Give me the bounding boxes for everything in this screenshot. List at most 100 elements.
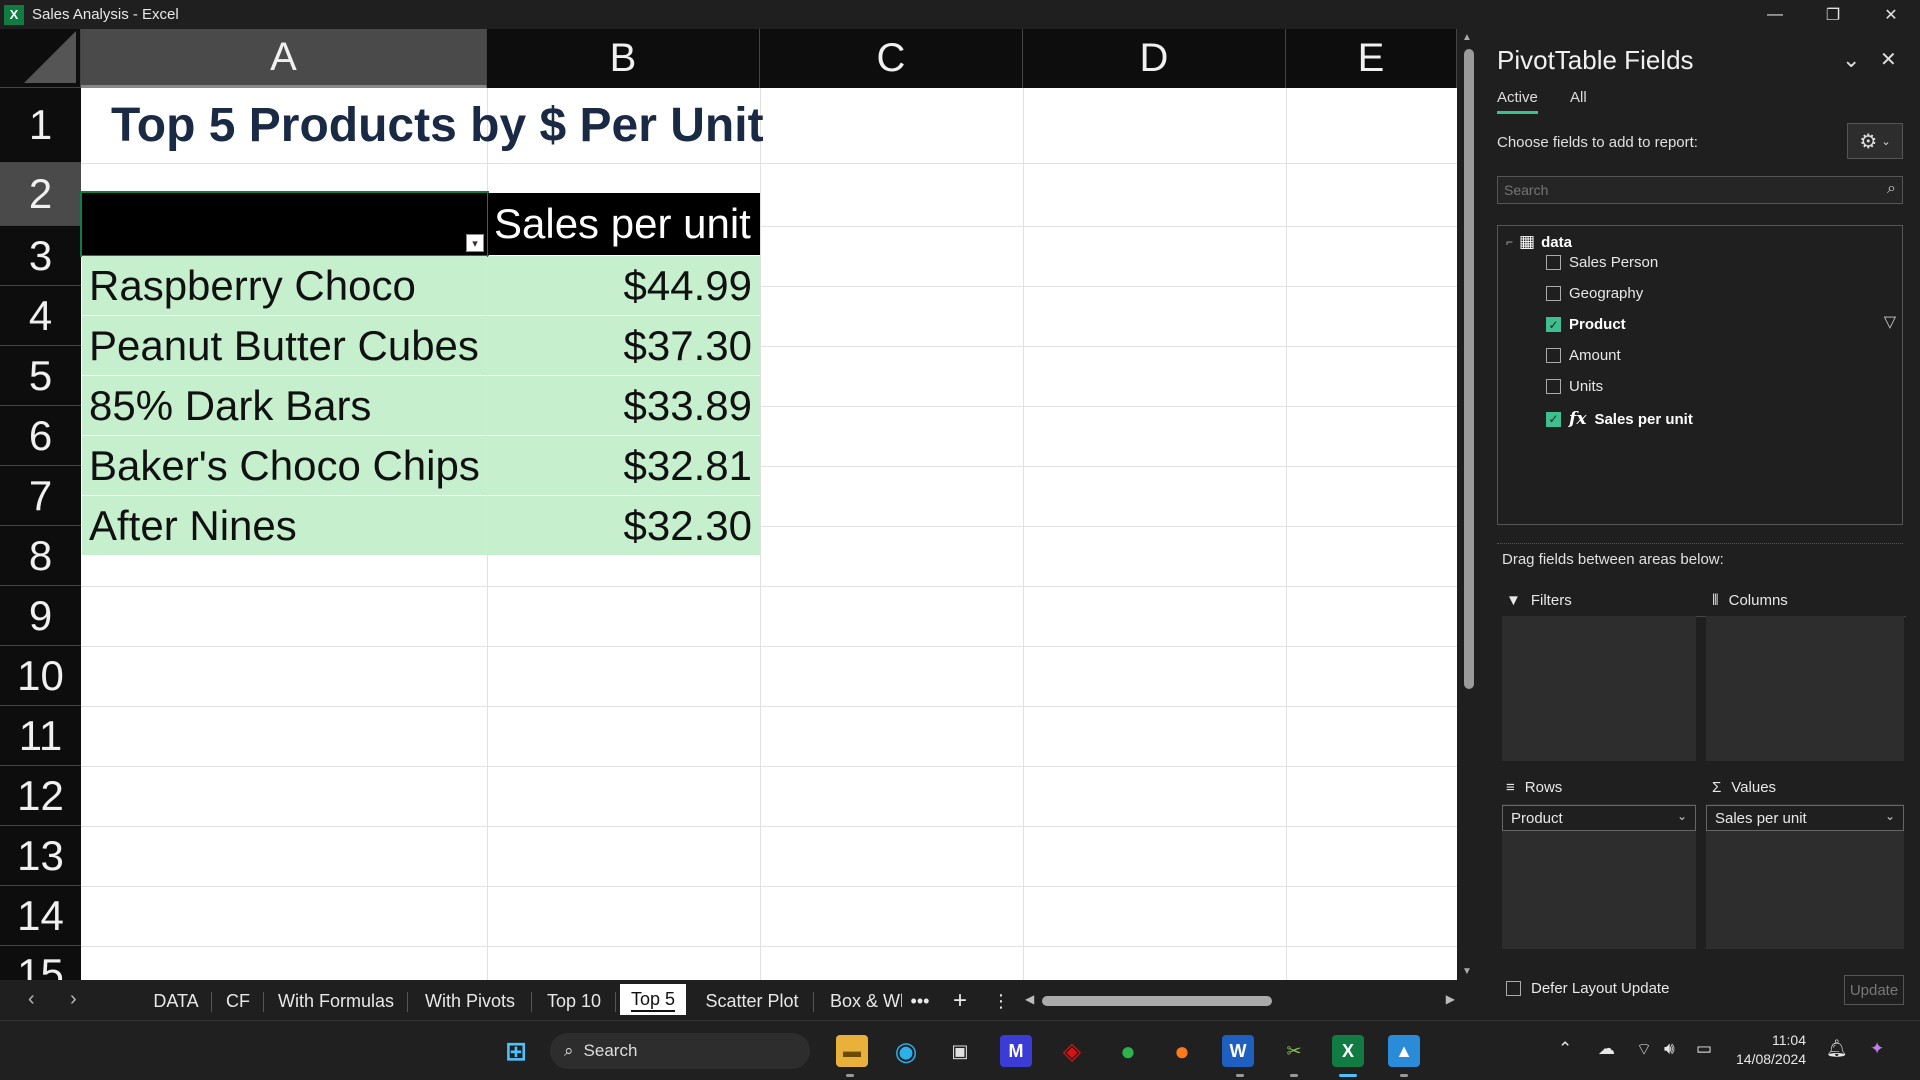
collapse-icon[interactable]: ⌐ xyxy=(1506,235,1513,249)
wifi-icon[interactable]: ⌔ xyxy=(1636,1039,1652,1060)
value-cell[interactable]: $32.30 xyxy=(488,496,760,555)
horizontal-scrollbar[interactable]: ◀ ▶ xyxy=(1025,988,1455,1014)
column-header-e[interactable]: E xyxy=(1286,29,1457,88)
column-header-b[interactable]: B xyxy=(487,29,760,88)
value-cell[interactable]: $37.30 xyxy=(488,316,760,375)
sheet-tab-scatter-plot[interactable]: Scatter Plot xyxy=(690,986,814,1016)
field-units[interactable]: Units xyxy=(1546,378,1603,395)
row-header-5[interactable]: 5 xyxy=(0,346,81,406)
excel-icon[interactable]: X xyxy=(1332,1035,1364,1067)
filters-drop-area[interactable] xyxy=(1502,616,1696,761)
defer-layout-update[interactable]: Defer Layout Update xyxy=(1506,980,1669,997)
tab-active[interactable]: Active xyxy=(1497,89,1538,114)
row-header-6[interactable]: 6 xyxy=(0,406,81,466)
field-sales-per-unit[interactable]: ✓ fx Sales per unit xyxy=(1546,409,1693,429)
close-button[interactable]: ✕ xyxy=(1862,0,1920,29)
row-labels-header-cell[interactable] xyxy=(80,191,489,257)
more-sheets-icon[interactable]: ••• xyxy=(905,986,935,1016)
sheet-tab-with-formulas[interactable]: With Formulas xyxy=(264,986,408,1016)
scroll-right-icon[interactable]: ▶ xyxy=(1446,992,1455,1006)
prev-sheet-icon[interactable]: ‹ xyxy=(28,988,35,1011)
field-search-box[interactable]: ⌕ xyxy=(1497,176,1903,204)
field-amount[interactable]: Amount xyxy=(1546,347,1621,364)
horizontal-scroll-thumb[interactable] xyxy=(1042,996,1272,1006)
product-cell[interactable]: After Nines xyxy=(82,496,487,555)
system-clock[interactable]: 11:04 14/08/2024 xyxy=(1736,1031,1806,1069)
vertical-scrollbar[interactable]: ▲ ▼ xyxy=(1457,29,1480,980)
row-header-14[interactable]: 14 xyxy=(0,886,81,946)
tab-all[interactable]: All xyxy=(1570,89,1587,106)
chevron-up-icon[interactable]: ⌃ xyxy=(1558,1039,1572,1059)
firefox-icon[interactable]: ● xyxy=(1166,1035,1198,1067)
column-header-d[interactable]: D xyxy=(1023,29,1286,88)
field-sales-person[interactable]: Sales Person xyxy=(1546,254,1658,271)
row-header-11[interactable]: 11 xyxy=(0,706,81,766)
sheet-tab-top-5[interactable]: Top 5 xyxy=(620,984,686,1018)
minimize-button[interactable]: — xyxy=(1746,0,1804,29)
file-explorer-icon[interactable]: ▬ xyxy=(836,1035,868,1067)
select-all-corner[interactable] xyxy=(0,29,81,88)
columns-drop-area[interactable] xyxy=(1706,616,1904,761)
vertical-scroll-thumb[interactable] xyxy=(1464,49,1474,689)
mcafee-icon[interactable]: ◈ xyxy=(1056,1035,1088,1067)
field-checkbox-checked[interactable]: ✓ xyxy=(1546,317,1561,332)
pane-close-icon[interactable]: ✕ xyxy=(1880,47,1897,72)
row-header-15[interactable]: 15 xyxy=(0,946,81,980)
app-icon-m[interactable]: M xyxy=(1000,1035,1032,1067)
sales-per-unit-header[interactable]: Sales per unit xyxy=(488,193,760,255)
volume-icon[interactable]: 🔊︎ xyxy=(1664,1039,1675,1059)
row-header-1[interactable]: 1 xyxy=(0,88,81,163)
field-checkbox[interactable] xyxy=(1546,348,1561,363)
update-button[interactable]: Update xyxy=(1844,975,1904,1005)
product-cell[interactable]: Raspberry Choco xyxy=(82,256,487,315)
battery-icon[interactable]: ▭ xyxy=(1696,1039,1712,1059)
field-settings-gear-icon[interactable]: ⚙ ⌄ xyxy=(1847,123,1903,159)
field-geography[interactable]: Geography xyxy=(1546,285,1643,302)
field-checkbox[interactable] xyxy=(1546,286,1561,301)
sheet-title[interactable]: Top 5 Products by $ Per Unit xyxy=(81,88,764,163)
row-header-3[interactable]: 3 xyxy=(0,226,81,286)
field-product[interactable]: ✓ Product xyxy=(1546,316,1626,333)
rows-field-dropdown[interactable]: Product ⌄ xyxy=(1502,805,1696,831)
next-sheet-icon[interactable]: › xyxy=(70,988,77,1011)
scroll-up-icon[interactable]: ▲ xyxy=(1462,32,1472,43)
sheet-tab-top-10[interactable]: Top 10 xyxy=(532,986,616,1016)
microsoft-store-icon[interactable]: ▣ xyxy=(944,1035,976,1067)
taskbar-search[interactable]: ⌕ Search xyxy=(550,1033,810,1069)
word-icon[interactable]: W xyxy=(1222,1035,1254,1067)
pane-collapse-icon[interactable]: ⌄ xyxy=(1842,47,1860,73)
notification-bell-icon[interactable]: 🔔︎ xyxy=(1826,1039,1848,1059)
field-search-input[interactable] xyxy=(1498,177,1868,203)
column-header-a[interactable]: A xyxy=(81,29,487,88)
copilot-icon[interactable]: ✦ xyxy=(1870,1039,1884,1059)
sheet-tab-cf[interactable]: CF xyxy=(212,986,264,1016)
values-field-dropdown[interactable]: Sales per unit ⌄ xyxy=(1706,805,1904,831)
defer-checkbox[interactable] xyxy=(1506,981,1521,996)
product-cell[interactable]: 85% Dark Bars xyxy=(82,376,487,435)
column-header-c[interactable]: C xyxy=(760,29,1023,88)
add-sheet-icon[interactable]: + xyxy=(945,986,975,1016)
sheet-tab-with-pivots[interactable]: With Pivots xyxy=(408,986,532,1016)
row-header-13[interactable]: 13 xyxy=(0,826,81,886)
row-header-8[interactable]: 8 xyxy=(0,526,81,586)
row-header-2[interactable]: 2 xyxy=(0,163,81,226)
row-header-10[interactable]: 10 xyxy=(0,646,81,706)
value-cell[interactable]: $33.89 xyxy=(488,376,760,435)
product-cell[interactable]: Baker's Choco Chips xyxy=(82,436,487,495)
row-header-7[interactable]: 7 xyxy=(0,466,81,526)
row-labels-filter-icon[interactable]: ▾ xyxy=(466,234,484,252)
value-cell[interactable]: $44.99 xyxy=(488,256,760,315)
sheet-tab-data[interactable]: DATA xyxy=(140,986,212,1016)
photos-icon[interactable]: ▲ xyxy=(1388,1035,1420,1067)
sheet-tab-box-whisker[interactable]: Box & Wl xyxy=(818,986,902,1016)
worksheet-grid[interactable]: A B C D E 1 2 3 4 5 6 7 8 9 10 11 12 13 … xyxy=(0,29,1457,980)
row-header-4[interactable]: 4 xyxy=(0,286,81,346)
snipping-tool-icon[interactable]: ✂ xyxy=(1278,1035,1310,1067)
chrome-icon[interactable]: ● xyxy=(1112,1035,1144,1067)
scroll-down-icon[interactable]: ▼ xyxy=(1462,966,1472,977)
row-header-9[interactable]: 9 xyxy=(0,586,81,646)
field-checkbox[interactable] xyxy=(1546,379,1561,394)
value-cell[interactable]: $32.81 xyxy=(488,436,760,495)
restore-button[interactable]: ❐ xyxy=(1804,0,1862,29)
tab-options-icon[interactable]: ⋮ xyxy=(986,986,1016,1016)
